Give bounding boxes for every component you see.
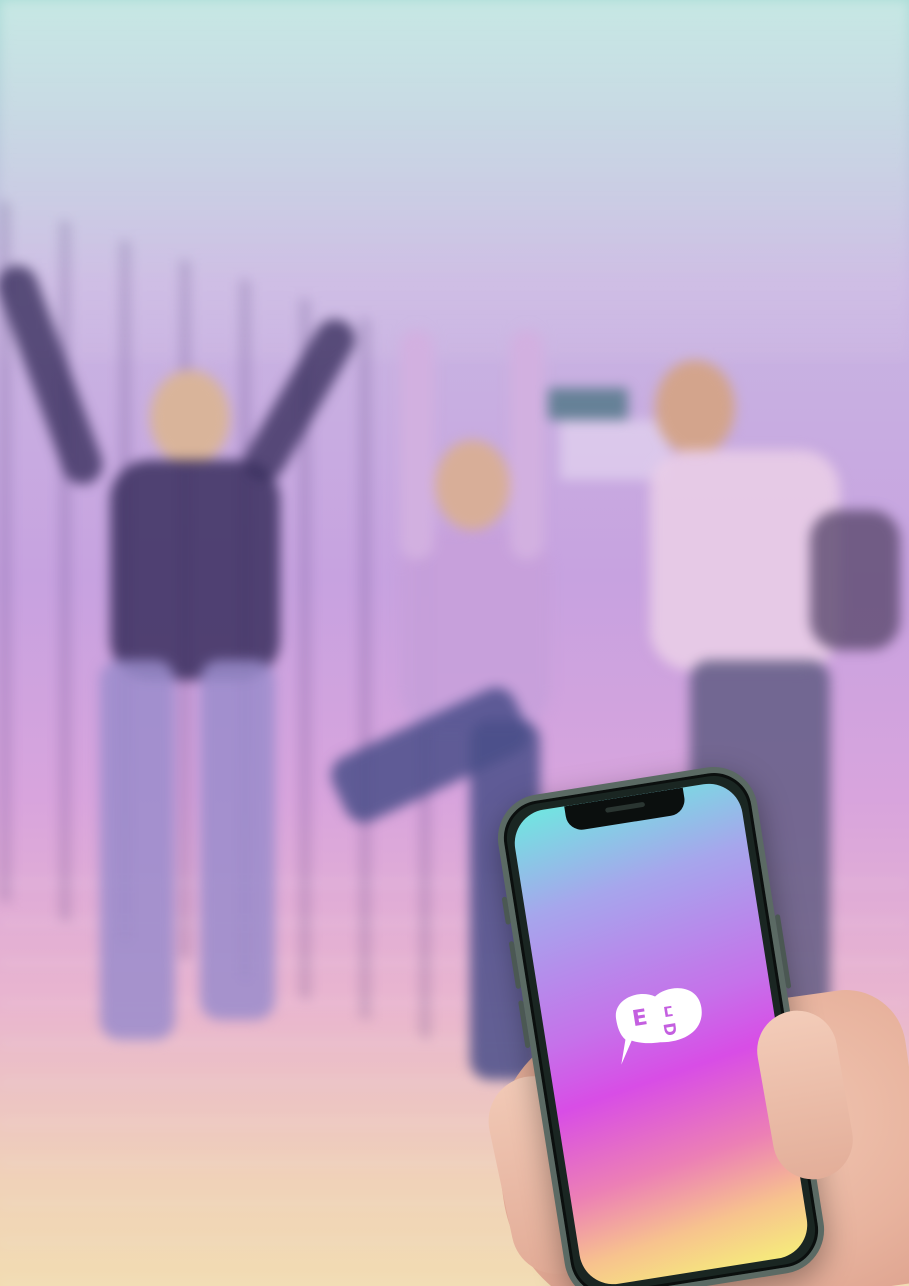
phone-speaker [604, 801, 646, 813]
photo-scene: E ⵎ D [0, 0, 909, 1286]
person-left [0, 260, 363, 1080]
speech-bubble-face-logo-icon: E ⵎ D [616, 988, 702, 1065]
phone-notch [564, 787, 687, 833]
